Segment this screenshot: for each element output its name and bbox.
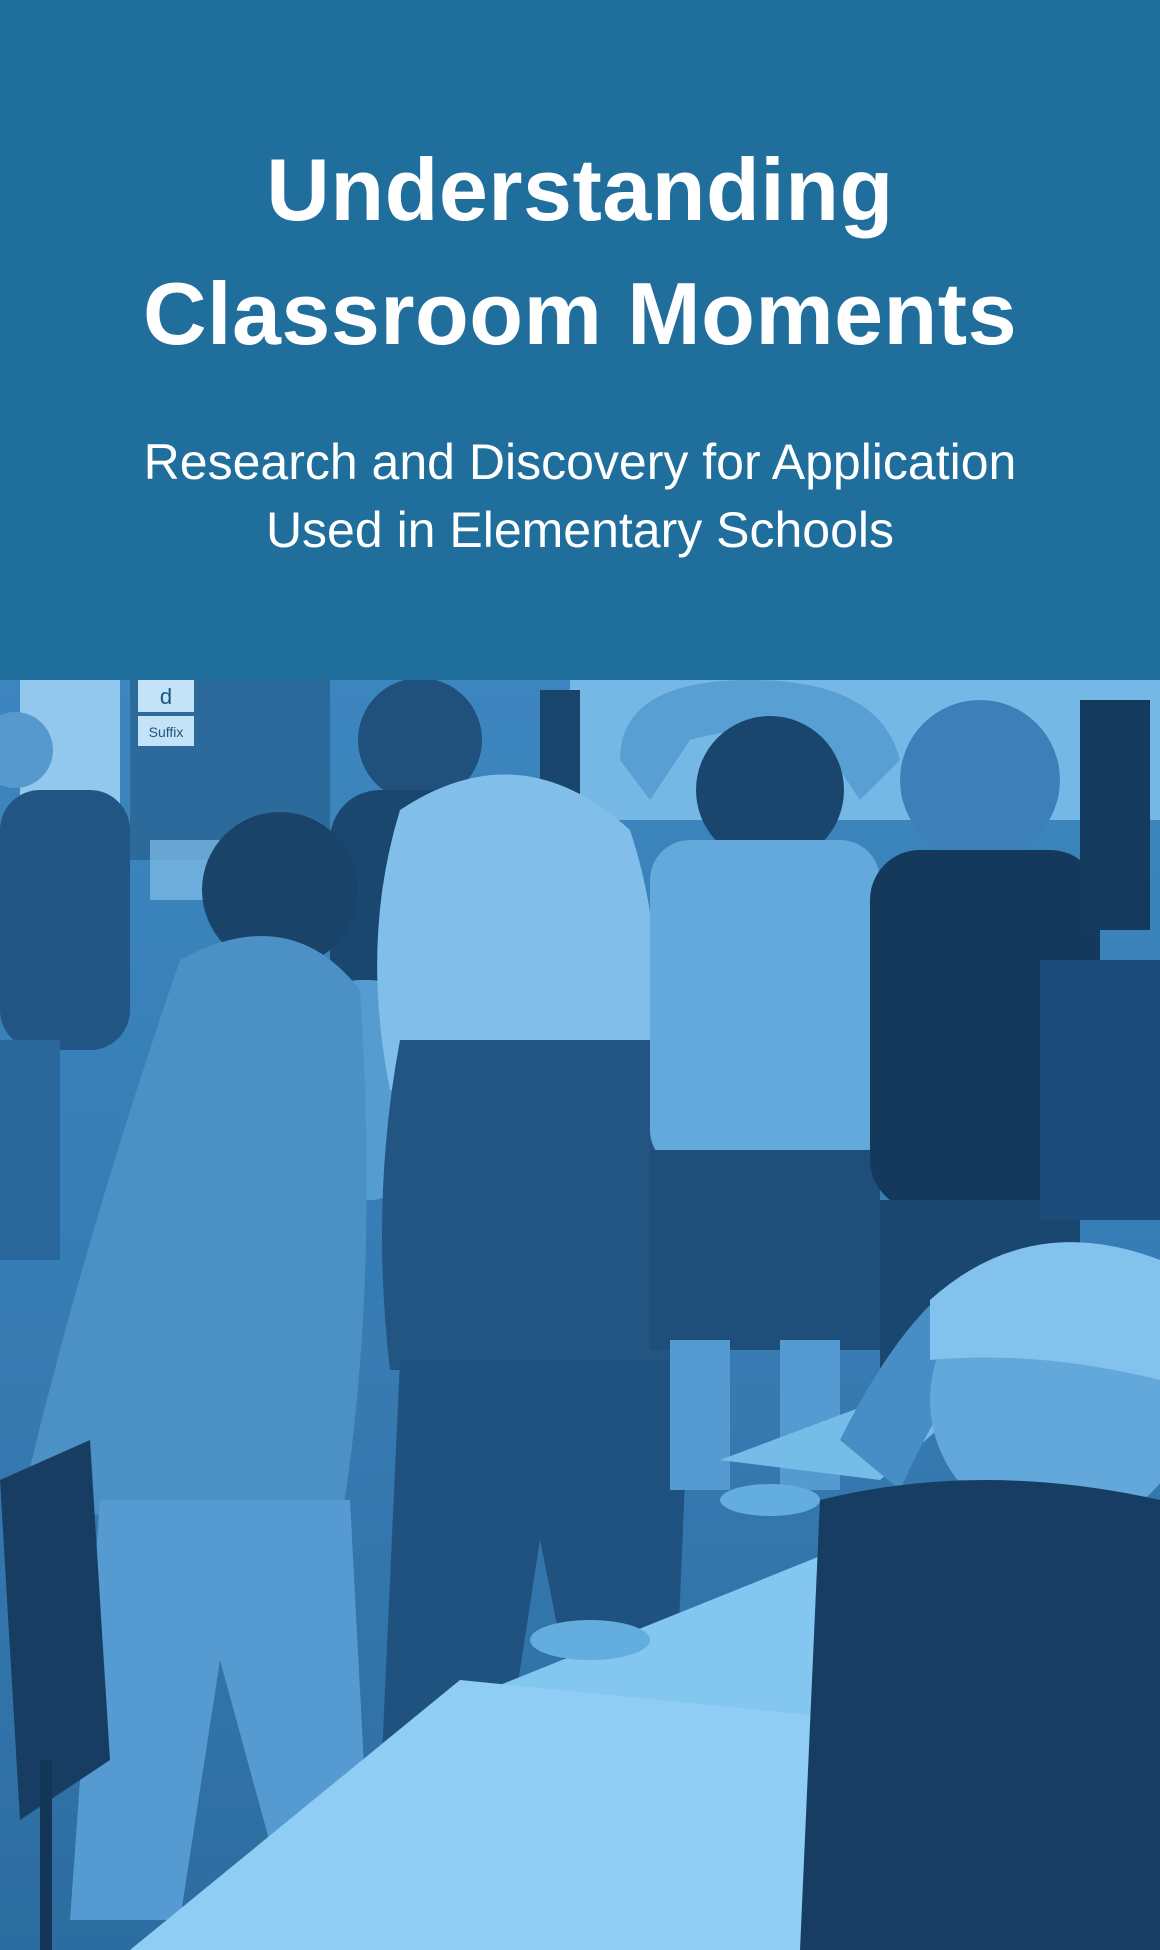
- title-line-2: Classroom Moments: [142, 264, 1018, 363]
- page-title: Understanding Classroom Moments: [60, 128, 1100, 376]
- cover-page: Understanding Classroom Moments Research…: [0, 0, 1160, 1950]
- classroom-photo: d Suffix: [0, 680, 1160, 1950]
- page-subtitle: Research and Discovery for Application U…: [60, 428, 1100, 564]
- subtitle-line-2: Used in Elementary Schools: [265, 502, 895, 558]
- subtitle-line-1: Research and Discovery for Application: [143, 434, 1017, 490]
- title-line-1: Understanding: [266, 140, 894, 239]
- photo-tint-overlay: [0, 680, 1160, 1950]
- classroom-photo-illustration: d Suffix: [0, 680, 1160, 1950]
- hero-header: Understanding Classroom Moments Research…: [0, 0, 1160, 680]
